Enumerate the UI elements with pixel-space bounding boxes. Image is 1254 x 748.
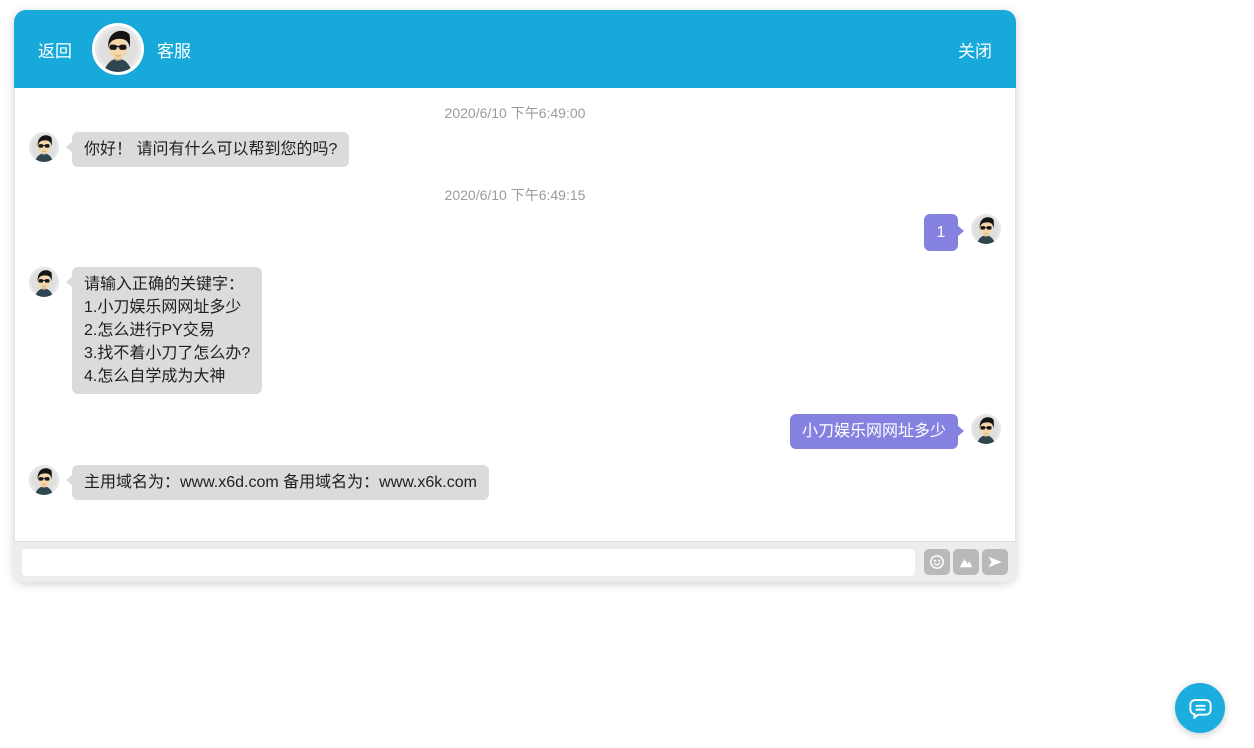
message-bubble: 小刀娱乐网网址多少 [790,414,958,449]
message-row-bot: 你好！ 请问有什么可以帮到您的吗? [15,132,1015,167]
back-button[interactable]: 返回 [38,37,72,62]
message-bubble: 1 [924,214,958,251]
image-icon [957,553,975,571]
message-row-user: 1 [15,214,1015,251]
man-sunglasses-avatar-icon [971,214,1001,244]
bot-avatar [29,465,59,495]
header-avatar [92,23,144,75]
chat-bubble-icon [1187,695,1214,722]
timestamp: 2020/6/10 下午6:49:00 [15,103,1015,123]
message-list: 2020/6/10 下午6:49:00 你好！ 请问有什么可以帮到您的吗? 20… [14,88,1016,541]
timestamp: 2020/6/10 下午6:49:15 [15,185,1015,205]
message-row-bot: 请输入正确的关键字： 1.小刀娱乐网网址多少 2.怎么进行PY交易 3.找不着小… [15,267,1015,394]
message-bubble: 主用域名为：www.x6d.com 备用域名为：www.x6k.com [72,465,489,500]
bot-avatar [29,267,59,297]
man-sunglasses-avatar-icon [29,267,59,297]
user-avatar [971,414,1001,444]
chat-header: 返回 客服 关闭 [14,10,1016,88]
message-row-user: 小刀娱乐网网址多少 [15,414,1015,449]
send-icon [986,553,1004,571]
message-bubble: 你好！ 请问有什么可以帮到您的吗? [72,132,349,167]
user-avatar [971,214,1001,244]
emoji-button[interactable] [924,549,950,575]
close-button[interactable]: 关闭 [958,37,992,62]
message-bubble: 请输入正确的关键字： 1.小刀娱乐网网址多少 2.怎么进行PY交易 3.找不着小… [72,267,262,394]
man-sunglasses-avatar-icon [971,414,1001,444]
man-sunglasses-avatar-icon [95,26,141,72]
send-button[interactable] [982,549,1008,575]
image-button[interactable] [953,549,979,575]
composer [14,541,1016,582]
bot-avatar [29,132,59,162]
chat-title: 客服 [157,37,191,62]
man-sunglasses-avatar-icon [29,465,59,495]
floating-chat-button[interactable] [1175,683,1225,733]
chat-panel: 返回 客服 关闭 2020/6/10 下午6:49:00 你好！ 请问有什么可以… [14,10,1016,582]
message-input[interactable] [22,549,915,576]
man-sunglasses-avatar-icon [29,132,59,162]
message-row-bot: 主用域名为：www.x6d.com 备用域名为：www.x6k.com [15,465,1015,500]
emoji-icon [928,553,946,571]
